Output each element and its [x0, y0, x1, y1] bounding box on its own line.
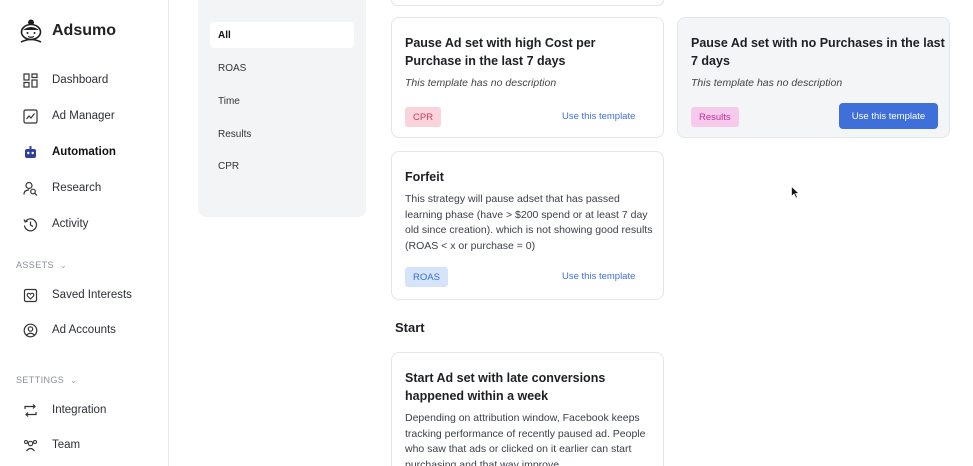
- sidebar-item-integration[interactable]: Integration: [22, 402, 106, 418]
- dashboard-icon: [22, 72, 38, 88]
- settings-section-label[interactable]: SETTINGS ⌄: [16, 375, 77, 385]
- card-description: Depending on attribution window, Faceboo…: [405, 412, 646, 466]
- tag-cpr: CPR: [405, 107, 442, 127]
- team-icon: [22, 437, 38, 453]
- integration-icon: [22, 402, 38, 418]
- use-template-link[interactable]: Use this template: [562, 111, 635, 122]
- filter-results[interactable]: Results: [210, 121, 354, 147]
- card-description: This strategy will pause adset that has …: [405, 193, 653, 252]
- category-filter-panel: All ROAS Time Results CPR: [198, 0, 366, 217]
- sidebar-item-ad-accounts[interactable]: Ad Accounts: [22, 322, 116, 338]
- mouse-cursor-icon: [791, 186, 800, 199]
- sidebar-item-dashboard[interactable]: Dashboard: [22, 72, 108, 88]
- sidebar-item-research[interactable]: Research: [22, 180, 101, 196]
- saved-interests-icon: [22, 287, 38, 303]
- activity-icon: [22, 216, 38, 232]
- sidebar-item-label: Saved Interests: [52, 289, 132, 301]
- ad-manager-icon: [22, 108, 38, 124]
- brand[interactable]: Adsumo: [18, 18, 116, 44]
- research-icon: [22, 180, 38, 196]
- previous-card-edge: [391, 0, 664, 6]
- tag-roas: ROAS: [405, 267, 448, 287]
- sidebar-item-activity[interactable]: Activity: [22, 216, 88, 232]
- sidebar-item-saved-interests[interactable]: Saved Interests: [22, 287, 132, 303]
- template-card-no-purchases: Pause Ad set with no Purchases in the la…: [677, 17, 950, 138]
- sidebar-item-label: Team: [52, 439, 81, 451]
- sumo-logo-icon: [20, 19, 42, 43]
- sidebar-item-team[interactable]: Team: [22, 437, 80, 453]
- sidebar-item-automation[interactable]: Automation: [22, 144, 116, 160]
- sidebar-item-label: Integration: [52, 404, 107, 416]
- card-title: Start Ad set with late conversions happe…: [405, 371, 606, 403]
- use-template-button[interactable]: Use this template: [839, 103, 938, 129]
- card-title: Pause Ad set with no Purchases in the la…: [691, 36, 945, 68]
- chevron-down-icon: ⌄: [59, 260, 68, 270]
- sidebar: Adsumo Dashboard Ad Manager Automation R…: [0, 0, 169, 466]
- chevron-down-icon: ⌄: [70, 375, 78, 385]
- card-title: Pause Ad set with high Cost per Purchase…: [405, 36, 596, 68]
- sidebar-item-label: Dashboard: [52, 74, 109, 86]
- assets-section-label[interactable]: ASSETS ⌄: [16, 260, 67, 270]
- ad-accounts-icon: [22, 322, 38, 338]
- sidebar-item-label: Automation: [52, 146, 116, 158]
- app-name: Adsumo: [52, 22, 116, 39]
- filter-roas[interactable]: ROAS: [210, 55, 354, 81]
- filter-time[interactable]: Time: [210, 88, 354, 114]
- template-card-start-late-conversions: Start Ad set with late conversions happe…: [391, 352, 664, 466]
- filter-cpr[interactable]: CPR: [210, 153, 354, 179]
- filter-all[interactable]: All: [210, 22, 354, 48]
- automation-icon: [22, 144, 38, 160]
- use-template-link[interactable]: Use this template: [562, 271, 635, 282]
- tag-results: Results: [691, 107, 739, 127]
- sidebar-item-label: Research: [52, 182, 102, 194]
- card-description: This template has no description: [405, 77, 557, 89]
- section-heading-start: Start: [395, 320, 425, 335]
- card-description: This template has no description: [691, 77, 843, 89]
- card-title: Forfeit: [405, 170, 444, 184]
- sidebar-item-ad-manager[interactable]: Ad Manager: [22, 108, 115, 124]
- sidebar-item-label: Activity: [52, 218, 89, 230]
- sidebar-item-label: Ad Manager: [52, 110, 115, 122]
- sidebar-item-label: Ad Accounts: [52, 324, 116, 336]
- template-card-forfeit: Forfeit This strategy will pause adset t…: [391, 151, 664, 300]
- template-card-cpr: Pause Ad set with high Cost per Purchase…: [391, 17, 664, 138]
